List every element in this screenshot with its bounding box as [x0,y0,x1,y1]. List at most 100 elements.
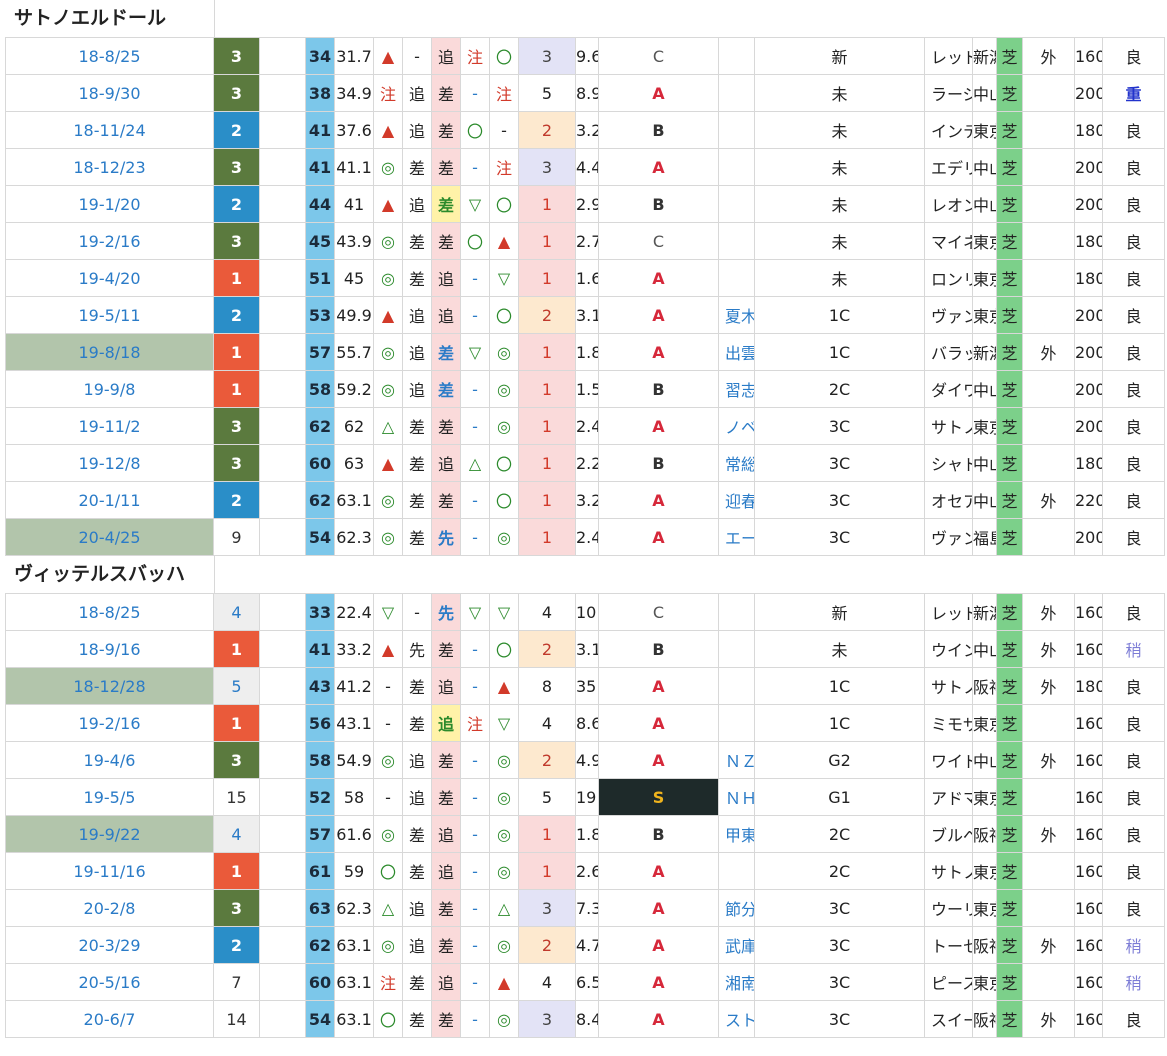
race-grade: B [598,111,719,149]
venue: 中山 [972,444,997,482]
race-name-link[interactable]: エールＳ [718,518,755,556]
race-history-page: サトノエルドール18-8/2533431.7▲-追注〇39.6C新レッドアネモス… [0,0,1167,1038]
race-date-link[interactable]: 19-4/6 [5,741,214,779]
race-name-link[interactable]: ＮＨＫマイル [718,778,755,816]
speed-index: 54 [305,518,335,556]
race-name-link[interactable] [718,222,755,260]
position-number: 1 [518,370,576,408]
race-name-link[interactable]: 湘南Ｓ [718,963,755,1001]
mark-4: ▽ [460,333,490,371]
race-class: 3C [754,407,925,445]
distance: 2000 [1074,407,1103,445]
surface: 芝 [996,630,1023,668]
race-date-link[interactable]: 19-11/2 [5,407,214,445]
race-name-link[interactable]: ＮＺＴ [718,741,755,779]
winner-name: スイーズドリームス [924,1000,973,1038]
venue: 東京 [972,296,997,334]
race-date-link[interactable]: 19-2/16 [5,704,214,742]
mark-4: 〇 [460,111,490,149]
finish-rank: 3 [213,889,260,927]
race-date-link[interactable]: 19-9/22 [5,815,214,853]
race-date-link[interactable]: 20-3/29 [5,926,214,964]
race-name-link[interactable] [718,74,755,112]
distance: 1800 [1074,444,1103,482]
mark-1: ◎ [373,333,403,371]
race-name-link[interactable]: 習志野特別 [718,370,755,408]
mark-5: ▽ [489,259,519,297]
position-number: 1 [518,333,576,371]
spacer-cell [259,111,306,149]
race-date-link[interactable]: 19-4/20 [5,259,214,297]
spacer-cell [259,259,306,297]
race-name-link[interactable]: 迎春Ｓ [718,481,755,519]
race-name-link[interactable] [718,667,755,705]
race-date-link[interactable]: 18-8/25 [5,37,214,75]
race-date-link[interactable]: 20-6/7 [5,1000,214,1038]
race-name-link[interactable] [718,630,755,668]
mark-2: 差 [402,444,432,482]
venue: 中山 [972,148,997,186]
table-row: 19-9/815859.2◎追差-◎11.5B習志野特別2Cダイワギャバン中山芝… [5,370,1165,408]
race-date-link[interactable]: 19-2/16 [5,222,214,260]
race-date-link[interactable]: 19-1/20 [5,185,214,223]
distance: 2000 [1074,74,1103,112]
race-date-link[interactable]: 19-11/16 [5,852,214,890]
race-date-link[interactable]: 18-12/23 [5,148,214,186]
rating-value: 41 [334,185,374,223]
speed-index: 63 [305,889,335,927]
distance: 1800 [1074,111,1103,149]
position-number: 5 [518,778,576,816]
mark-5: ◎ [489,926,519,964]
race-date-link[interactable]: 18-9/16 [5,630,214,668]
race-name-link[interactable]: 節分Ｓ [718,889,755,927]
race-date-link[interactable]: 20-1/11 [5,481,214,519]
mark-5: ◎ [489,407,519,445]
race-name-link[interactable]: ノベンバーＳ [718,407,755,445]
race-name-link[interactable] [718,148,755,186]
race-name-link[interactable] [718,593,755,631]
race-name-link[interactable] [718,852,755,890]
course-side [1022,778,1075,816]
race-name-link[interactable] [718,704,755,742]
table-row: 20-3/2926263.1◎追差-◎24.7A武庫川Ｓ3Cトーセンブレス阪神芝… [5,926,1165,964]
mark-5: ▽ [489,704,519,742]
course-side [1022,963,1075,1001]
race-class: 新 [754,37,925,75]
race-class: 2C [754,370,925,408]
course-side: 外 [1022,926,1075,964]
race-date-link[interactable]: 18-8/25 [5,593,214,631]
race-name-link[interactable] [718,185,755,223]
mark-3: 差 [431,74,461,112]
race-date-link[interactable]: 19-12/8 [5,444,214,482]
race-name-link[interactable]: ストークＳ [718,1000,755,1038]
distance: 2000 [1074,370,1103,408]
race-history-table: 18-8/2533431.7▲-追注〇39.6C新レッドアネモス新潟芝外1600… [5,37,1165,556]
race-date-link[interactable]: 20-5/16 [5,963,214,1001]
race-name-link[interactable]: 夏木立賞 [718,296,755,334]
race-name-link[interactable] [718,37,755,75]
race-name-link[interactable] [718,259,755,297]
race-date-link[interactable]: 19-5/5 [5,778,214,816]
rating-value: 49.9 [334,296,374,334]
race-name-link[interactable]: 甲東特別 [718,815,755,853]
race-date-link[interactable]: 19-9/8 [5,370,214,408]
race-date-link[interactable]: 18-12/28 [5,667,214,705]
race-date-link[interactable]: 18-11/24 [5,111,214,149]
race-date-link[interactable]: 18-9/30 [5,74,214,112]
race-name-link[interactable]: 出雲崎特別 [718,333,755,371]
mark-2: 追 [402,111,432,149]
table-row: 18-9/161 4133.2▲先差-〇23.1B未ウインレフィナード中山芝外16… [5,630,1165,668]
mark-4: - [460,889,490,927]
winner-name: サトノルークス [924,667,973,705]
race-date-link[interactable]: 19-5/11 [5,296,214,334]
race-name-link[interactable]: 常総Ｓ [718,444,755,482]
distance: 1600 [1074,1000,1103,1038]
race-name-link[interactable]: 武庫川Ｓ [718,926,755,964]
mark-3: 追 [431,704,461,742]
mark-5: ◎ [489,333,519,371]
race-date-link[interactable]: 19-8/18 [5,333,214,371]
race-date-link[interactable]: 20-4/25 [5,518,214,556]
race-name-link[interactable] [718,111,755,149]
race-grade: A [598,296,719,334]
race-date-link[interactable]: 20-2/8 [5,889,214,927]
